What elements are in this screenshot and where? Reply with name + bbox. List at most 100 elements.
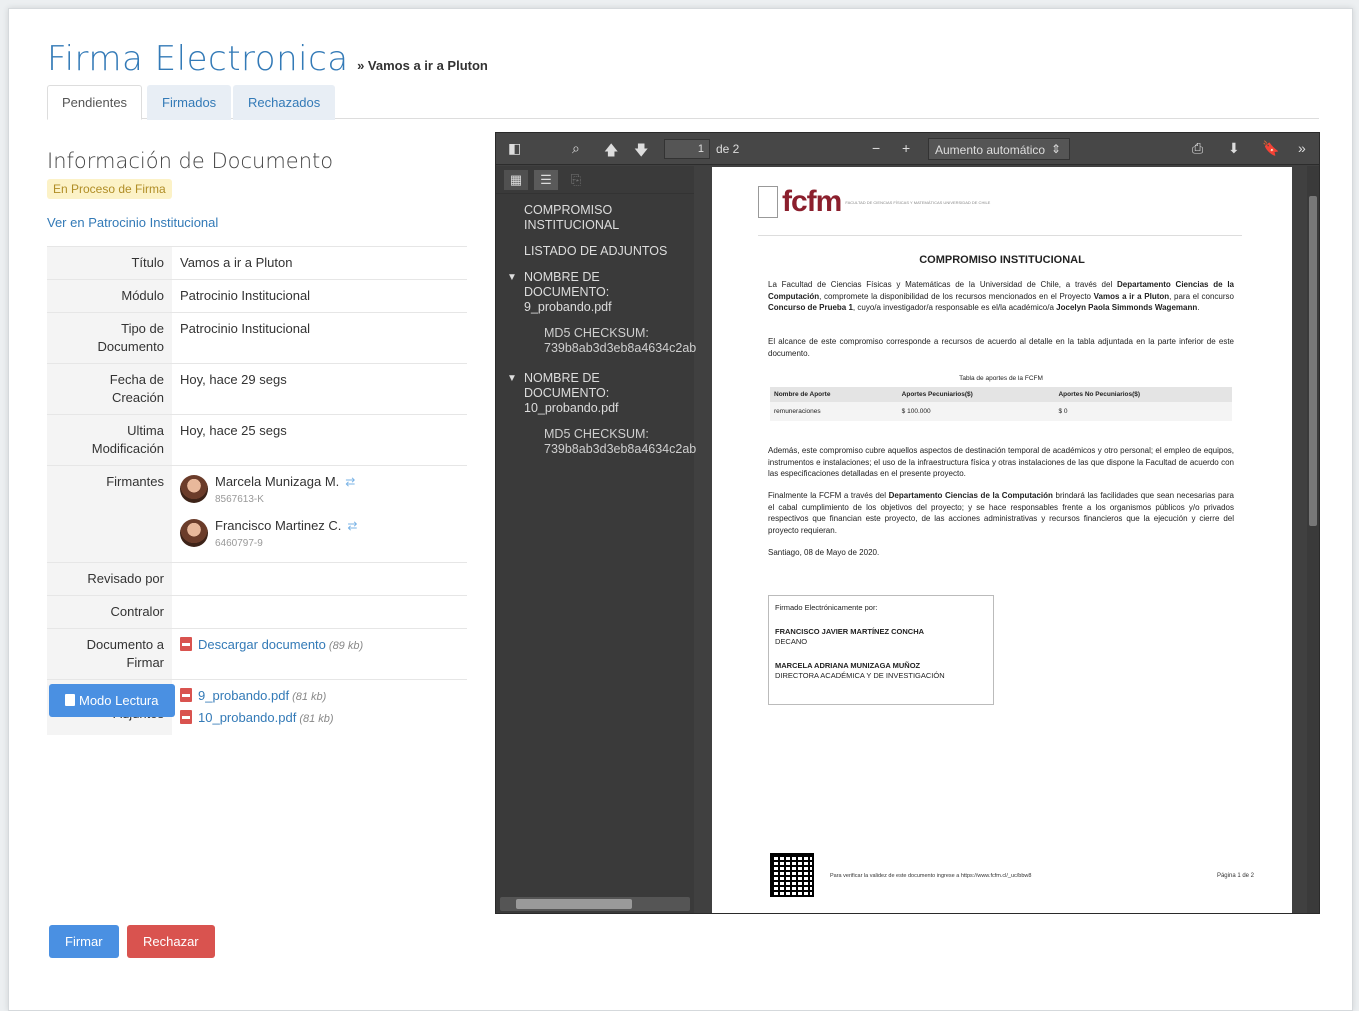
page-number-input[interactable]: 1 (664, 139, 710, 159)
signer-name: FRANCISCO JAVIER MARTÍNEZ CONCHA (775, 627, 925, 636)
scrollbar-thumb[interactable] (516, 899, 632, 909)
tab-pendientes[interactable]: Pendientes (47, 85, 143, 120)
text-run: , compromete la disponibilidad de los re… (819, 291, 1094, 301)
zoom-select[interactable]: Aumento automático ⇕ (928, 138, 1070, 160)
outline-item[interactable]: ▼ NOMBRE DE DOCUMENTO: 9_probando.pdf (496, 267, 694, 319)
download-icon[interactable]: ⬇ (1228, 140, 1240, 157)
field-label: Módulo (47, 279, 172, 313)
signer-role: DECANO (775, 637, 808, 646)
attachment-link[interactable]: 9_probando.pdf (198, 688, 289, 703)
table-row: Documento a Firmar Descargar documento (8… (47, 628, 467, 680)
reject-button[interactable]: Rechazar (127, 925, 215, 958)
signer-rut: 8567613-K (215, 494, 264, 505)
field-label: Título (47, 246, 172, 280)
field-label: Contralor (47, 595, 172, 629)
sidebar-toggle-icon[interactable]: ◧ (508, 140, 521, 157)
info-title: Información de Documento (47, 149, 334, 173)
table-cell: $ 0 (1054, 402, 1232, 421)
doc-paragraph: Además, este compromiso cubre aquellos a… (768, 446, 1234, 478)
chevron-double-right-icon[interactable]: » (1298, 140, 1306, 156)
attachment-link[interactable]: 10_probando.pdf (198, 710, 296, 725)
text-run: Departamento Ciencias de la Computación (888, 491, 1053, 500)
table-caption: Tabla de aportes de la FCFM (959, 375, 1043, 382)
text-run: . (1197, 303, 1200, 312)
breadcrumb-separator: » (357, 58, 365, 73)
page-subtitle: » Vamos a ir a Pluton (357, 58, 488, 73)
table-row: Tipo de Documento Patrocinio Institucion… (47, 312, 467, 364)
book-icon (65, 694, 75, 706)
field-value: Hoy, hace 29 segs (172, 363, 467, 415)
tab-firmados[interactable]: Firmados (147, 85, 232, 120)
doc-title: COMPROMISO INSTITUCIONAL (919, 254, 1085, 266)
field-label: Firmantes (47, 465, 172, 563)
sign-heading: Firmado Electrónicamente por: (775, 603, 878, 612)
outline-list: COMPROMISO INSTITUCIONAL LISTADO DE ADJU… (496, 194, 696, 461)
outline-item[interactable]: MD5 CHECKSUM: 739b8ab3d3eb8a4634c2ab (496, 323, 696, 360)
outline-item[interactable]: LISTADO DE ADJUNTOS (496, 241, 694, 263)
verify-text: Para verificar la validez de este docume… (830, 873, 1032, 879)
zoom-in-icon[interactable]: + (902, 140, 910, 156)
download-document-link[interactable]: Descargar documento (198, 637, 326, 652)
signer-name: MARCELA ADRIANA MUNIZAGA MUÑOZ (775, 661, 921, 670)
page-indicator: Página 1 de 2 (1216, 873, 1254, 879)
arrow-down-icon[interactable]: 🡇 (634, 140, 648, 164)
outline-item[interactable]: MD5 CHECKSUM: 739b8ab3d3eb8a4634c2ab (496, 424, 696, 461)
table-row: Ultima Modificación Hoy, hace 25 segs (47, 414, 467, 466)
text-run: Finalmente la FCFM a través del (768, 491, 889, 500)
vertical-scrollbar[interactable] (1307, 166, 1319, 913)
equals-icon: ⇄ (347, 519, 358, 533)
thumbnails-icon[interactable]: ▦ (504, 170, 528, 190)
outline-item[interactable]: COMPROMISO INSTITUCIONAL (496, 200, 694, 237)
sign-button[interactable]: Firmar (49, 925, 119, 958)
attachment-item: 10_probando.pdf (81 kb) (180, 709, 459, 728)
field-value (172, 595, 467, 629)
signer-item: Francisco Martinez C. ⇄ 6460797-9 (180, 517, 459, 553)
reading-mode-button[interactable]: Modo Lectura (49, 684, 175, 717)
field-value: Descargar documento (89 kb) (172, 628, 467, 680)
signers-list: Marcela Munizaga M. ⇄ 8567613-K Francisco… (172, 465, 467, 563)
page-header: Firma Electronica » Vamos a ir a Pluton (47, 39, 488, 83)
field-value: Patrocinio Institucional (172, 312, 467, 364)
arrow-up-icon[interactable]: 🡅 (604, 140, 618, 164)
search-icon[interactable]: ⌕ (572, 140, 580, 157)
pdf-page: fcfm FACULTAD DE CIENCIAS FÍSICAS Y MATEM… (712, 167, 1292, 913)
signer-rut: 6460797-9 (215, 538, 263, 549)
patrocinio-link[interactable]: Ver en Patrocinio Institucional (47, 215, 467, 230)
outline-icon[interactable]: ☰ (534, 170, 558, 190)
table-row: Revisado por (47, 562, 467, 596)
project-name: Vamos a ir a Pluton (367, 58, 488, 73)
university-crest-icon (758, 186, 778, 218)
field-label: Documento a Firmar (47, 628, 172, 680)
pdf-toolbar: ◧ ⌕ 🡅 🡇 1 de 2 − + Aumento automático ⇕ ⎙… (496, 133, 1319, 165)
doc-paragraph: Finalmente la FCFM a través del Departam… (768, 490, 1234, 536)
pdf-file-icon (180, 688, 192, 702)
text-run: Vamos a ir a Pluton (1093, 291, 1170, 301)
zoom-out-icon[interactable]: − (872, 140, 880, 156)
divider (758, 235, 1242, 236)
table-cell: remuneraciones (770, 402, 898, 421)
text-run: Jocelyn Paola Simmonds Wagemann (1056, 303, 1198, 312)
horizontal-scrollbar[interactable] (500, 897, 690, 911)
outline-item-label: NOMBRE DE DOCUMENTO: 10_probando.pdf (524, 371, 619, 415)
table-row: Módulo Patrocinio Institucional (47, 279, 467, 313)
text-run: , cuyo/a investigador/a responsable es e… (852, 303, 1057, 312)
scrollbar-thumb[interactable] (1309, 196, 1317, 526)
field-label: Tipo de Documento (47, 312, 172, 364)
document-info-panel: Información de Documento En Proceso de F… (47, 139, 467, 735)
tab-rechazados[interactable]: Rechazados (233, 85, 336, 120)
outline-item[interactable]: ▼ NOMBRE DE DOCUMENTO: 10_probando.pdf (496, 368, 694, 420)
app-frame: Firma Electronica » Vamos a ir a Pluton … (8, 8, 1353, 1011)
caret-down-icon: ▼ (507, 373, 517, 384)
attachment-icon[interactable]: ⎘ (564, 170, 588, 190)
table-row: remuneraciones $ 100.000 $ 0 (770, 402, 1232, 421)
signer-name: Francisco Martinez C. (215, 518, 342, 533)
qr-code-icon (770, 853, 814, 897)
bookmark-icon[interactable]: 🔖 (1262, 140, 1279, 157)
field-value: Hoy, hace 25 segs (172, 414, 467, 466)
column-header: Nombre de Aporte (770, 387, 898, 402)
signer-item: Marcela Munizaga M. ⇄ 8567613-K (180, 473, 459, 509)
fcfm-logo: fcfm FACULTAD DE CIENCIAS FÍSICAS Y MATEM… (758, 185, 990, 219)
details-table: Título Vamos a ir a Pluton Módulo Patroc… (47, 246, 467, 735)
field-label: Fecha de Creación (47, 363, 172, 415)
print-icon[interactable]: ⎙ (1192, 140, 1203, 157)
